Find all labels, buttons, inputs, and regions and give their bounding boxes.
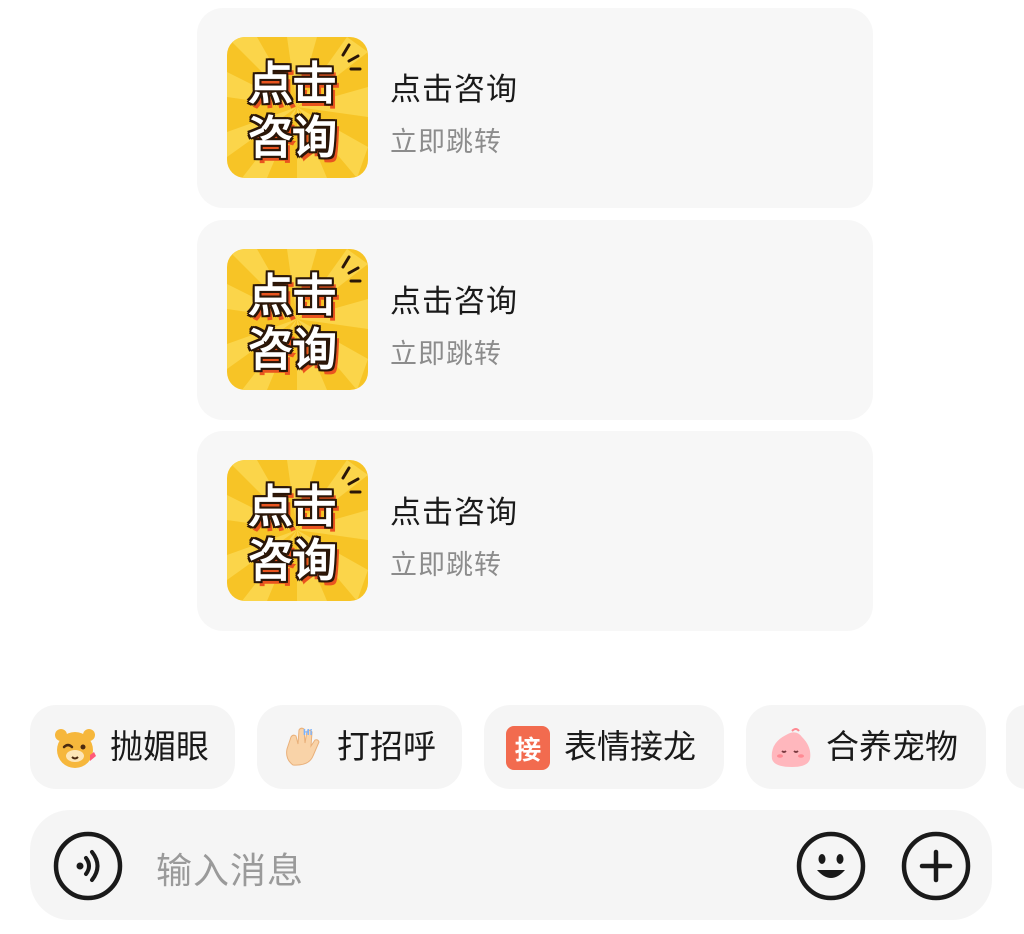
waving-hand-icon: Hi xyxy=(286,727,320,766)
quick-action-pet[interactable]: 合养宠物 xyxy=(746,705,986,789)
thumb-text-line1: 点击 xyxy=(248,57,337,110)
consult-card-3[interactable]: 点击 咨询 点击咨询 立即跳转 xyxy=(197,431,873,631)
pet-blob-icon xyxy=(771,728,811,767)
jie-badge-icon: 接 xyxy=(506,726,550,770)
voice-icon[interactable] xyxy=(52,830,124,902)
thumb-text-line2: 咨询 xyxy=(248,111,337,164)
card-subtitle: 立即跳转 xyxy=(390,339,502,370)
message-input[interactable]: 输入消息 xyxy=(156,842,304,894)
card-title: 点击咨询 xyxy=(390,284,518,320)
quick-action-greet[interactable]: Hi 打招呼 xyxy=(257,705,462,789)
message-input-bar: 输入消息 xyxy=(30,810,992,920)
thumb-text-line2: 咨询 xyxy=(248,534,337,587)
consult-thumbnail: 点击 咨询 xyxy=(227,37,368,178)
card-title: 点击咨询 xyxy=(390,495,518,531)
thumb-text-line1: 点击 xyxy=(248,269,337,322)
thumb-text-line2: 咨询 xyxy=(248,323,337,376)
card-subtitle: 立即跳转 xyxy=(390,550,502,581)
consult-thumbnail: 点击 咨询 xyxy=(227,249,368,390)
chip-label: 合养宠物 xyxy=(826,727,958,766)
quick-action-more[interactable] xyxy=(1006,705,1024,789)
chip-label: 打招呼 xyxy=(337,727,436,766)
chip-label: 抛媚眼 xyxy=(110,727,209,766)
chip-label: 表情接龙 xyxy=(564,727,696,766)
consult-card-2[interactable]: 点击 咨询 点击咨询 立即跳转 xyxy=(197,220,873,420)
consult-card-1[interactable]: 点击 咨询 点击咨询 立即跳转 xyxy=(197,8,873,208)
bear-wink-icon xyxy=(55,729,96,768)
card-subtitle: 立即跳转 xyxy=(390,127,502,158)
card-title: 点击咨询 xyxy=(390,72,518,108)
quick-action-sticker-chain[interactable]: 接 表情接龙 xyxy=(484,705,724,789)
plus-icon[interactable] xyxy=(900,830,972,902)
consult-thumbnail: 点击 咨询 xyxy=(227,460,368,601)
emoji-icon[interactable] xyxy=(795,830,867,902)
thumb-text-line1: 点击 xyxy=(248,480,337,533)
quick-action-wink[interactable]: 抛媚眼 xyxy=(30,705,235,789)
svg-text:Hi: Hi xyxy=(303,728,313,737)
